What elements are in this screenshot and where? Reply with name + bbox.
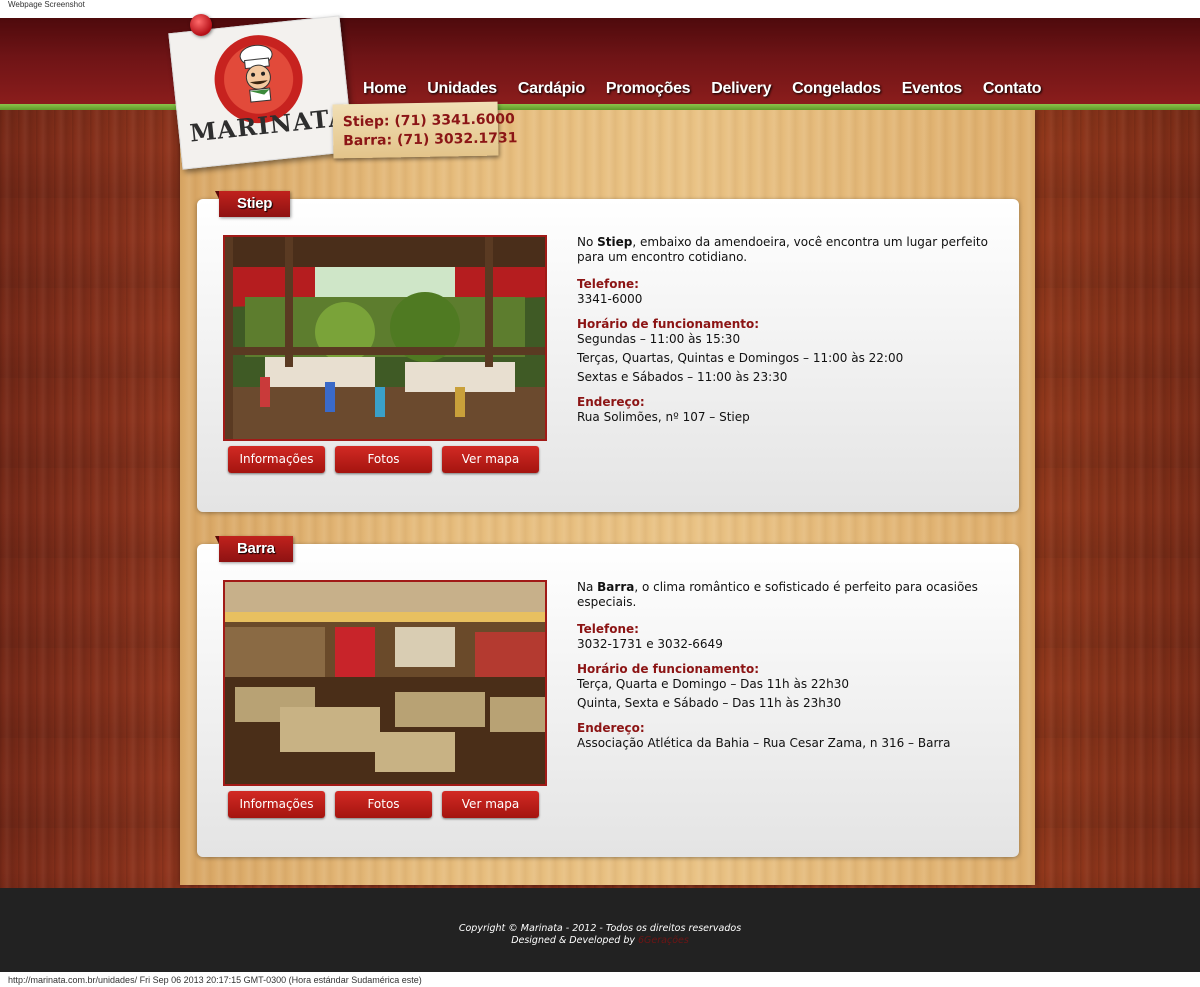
pin-icon (190, 14, 212, 36)
logo-text: MARINATA (188, 102, 350, 148)
address-label: Endereço: (577, 721, 645, 735)
logo[interactable]: MARINATA (168, 15, 354, 170)
unit-card-stiep: Stiep Informações Fotos Ver mapa No Stie… (197, 191, 1019, 512)
unit-intro: No Stiep, embaixo da amendoeira, você en… (577, 235, 988, 264)
unit-tab: Barra (215, 536, 293, 562)
nav-contato[interactable]: Contato (983, 80, 1042, 98)
unit-card-barra: Barra Informações Fotos Ver mapa Na Barr… (197, 536, 1019, 857)
hours-label: Horário de funcionamento: (577, 317, 760, 331)
map-button[interactable]: Ver mapa (442, 791, 539, 818)
developer-link[interactable]: 6Gerações (638, 935, 689, 946)
page-caption: Webpage Screenshot (8, 0, 85, 9)
unit-info: No Stiep, embaixo da amendoeira, você en… (577, 235, 997, 425)
unit-tab: Stiep (214, 191, 291, 217)
hours-line: Terça, Quarta e Domingo – Das 11h às 22h… (577, 677, 850, 691)
footer-text: Copyright © Marinata - 2012 - Todos os d… (0, 923, 1200, 947)
info-button[interactable]: Informações (228, 446, 325, 473)
unit-intro: Na Barra, o clima romântico e sofisticad… (577, 580, 978, 609)
address-value: Associação Atlética da Bahia – Rua Cesar… (577, 736, 951, 750)
photos-button[interactable]: Fotos (335, 446, 432, 473)
photos-button[interactable]: Fotos (335, 791, 432, 818)
status-bar: http://marinata.com.br/unidades/ Fri Sep… (0, 972, 1200, 987)
unit-photo[interactable] (223, 235, 547, 441)
nav-congelados[interactable]: Congelados (792, 80, 881, 98)
address-value: Rua Solimões, nº 107 – Stiep (577, 410, 750, 424)
phone-barra: Barra: (71) 3032.1731 (343, 130, 518, 150)
phone-stiep: Stiep: (71) 3341.6000 (342, 111, 515, 131)
phone-value: 3341-6000 (577, 292, 643, 306)
nav-promocoes[interactable]: Promoções (606, 80, 691, 98)
unit-actions: Informações Fotos Ver mapa (228, 791, 539, 818)
unit-photo[interactable] (223, 580, 547, 786)
main-nav: Home Unidades Cardápio Promoções Deliver… (363, 80, 1062, 98)
hours-line: Sextas e Sábados – 11:00 às 23:30 (577, 370, 788, 384)
phone-card: Stiep: (71) 3341.6000 Barra: (71) 3032.1… (332, 101, 518, 159)
nav-eventos[interactable]: Eventos (902, 80, 962, 98)
designed-by: Designed & Developed by 6Gerações (511, 935, 689, 946)
hours-line: Segundas – 11:00 às 15:30 (577, 332, 741, 346)
phone-label: Telefone: (577, 277, 639, 291)
nav-delivery[interactable]: Delivery (711, 80, 771, 98)
hours-line: Quinta, Sexta e Sábado – Das 11h às 23h3… (577, 696, 842, 710)
address-label: Endereço: (577, 395, 645, 409)
map-button[interactable]: Ver mapa (442, 446, 539, 473)
copyright-text: Copyright © Marinata - 2012 - Todos os d… (458, 923, 742, 934)
phone-label: Telefone: (577, 622, 639, 636)
hours-label: Horário de funcionamento: (577, 662, 760, 676)
hours-line: Terças, Quartas, Quintas e Domingos – 11… (577, 351, 904, 365)
phone-value: 3032-1731 e 3032-6649 (577, 637, 723, 651)
unit-actions: Informações Fotos Ver mapa (228, 446, 539, 473)
nav-cardapio[interactable]: Cardápio (518, 80, 585, 98)
footer: Copyright © Marinata - 2012 - Todos os d… (0, 888, 1200, 972)
restaurant-photo-image (225, 237, 545, 439)
nav-unidades[interactable]: Unidades (427, 80, 497, 98)
restaurant-photo-image (225, 582, 545, 784)
status-url: http://marinata.com.br/unidades/ Fri Sep… (8, 975, 422, 985)
info-button[interactable]: Informações (228, 791, 325, 818)
nav-home[interactable]: Home (363, 80, 407, 98)
chef-icon (239, 44, 273, 103)
unit-info: Na Barra, o clima romântico e sofisticad… (577, 580, 997, 751)
